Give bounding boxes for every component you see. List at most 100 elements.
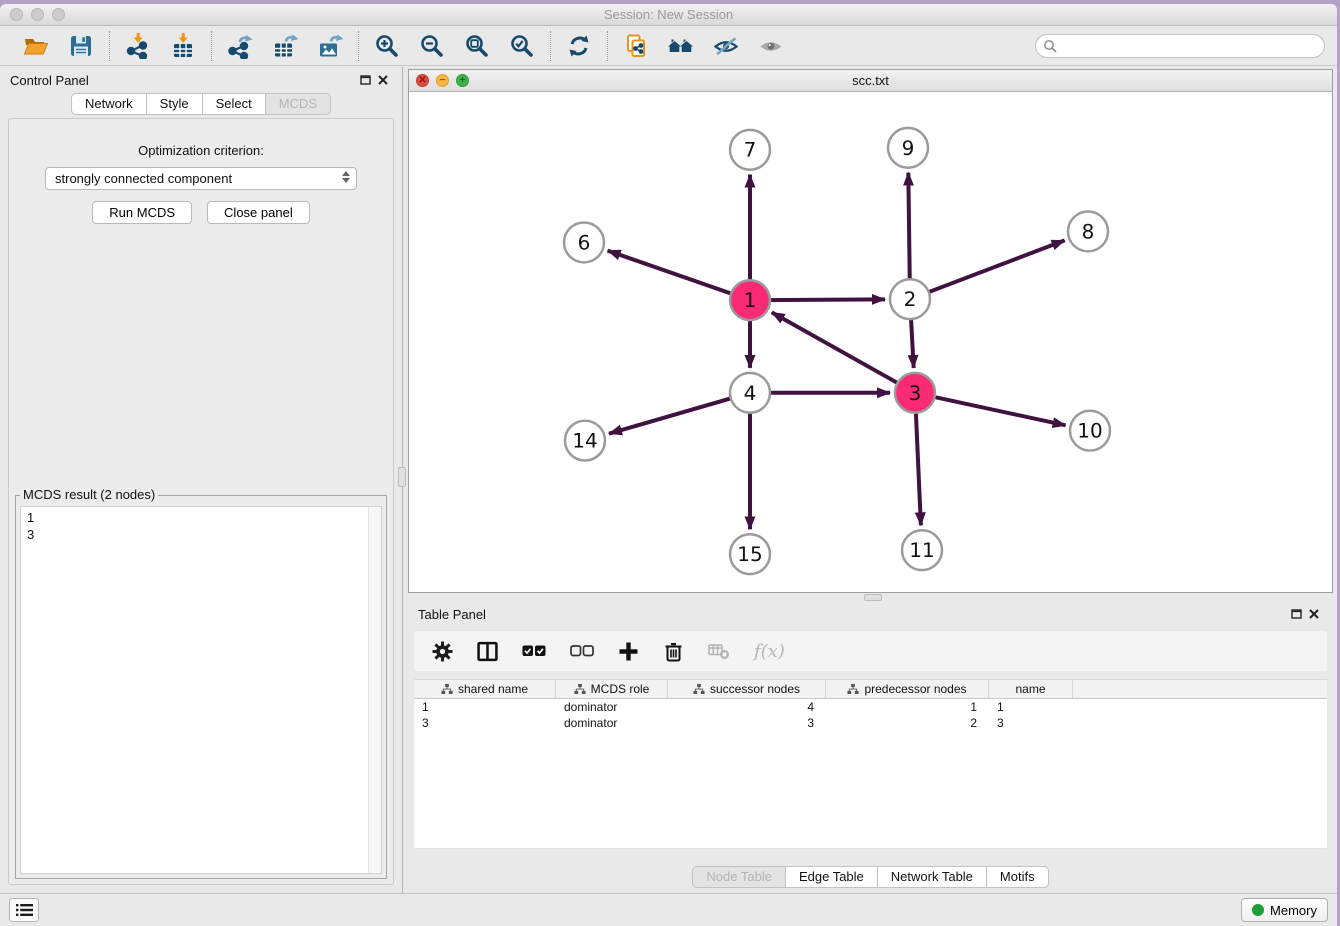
import-network-button[interactable] <box>124 32 152 60</box>
tab-edge-table[interactable]: Edge Table <box>785 866 878 888</box>
float-table-panel-button[interactable] <box>1287 606 1305 622</box>
graph-node-3[interactable]: 3 <box>895 373 935 413</box>
save-session-button[interactable] <box>67 32 95 60</box>
network-graph: 7 9 6 8 1 2 4 3 14 10 15 11 <box>409 93 1332 592</box>
close-mcds-panel-button[interactable]: Close panel <box>207 201 310 224</box>
table-panel: Table Panel f(x) shared nameMCDS rolesuc… <box>408 601 1333 893</box>
graph-node-15[interactable]: 15 <box>730 534 770 574</box>
zoom-in-button[interactable] <box>373 32 401 60</box>
splitter-grip-icon[interactable] <box>864 594 882 601</box>
network-window-title: scc.txt <box>409 70 1332 91</box>
graph-edge-1-6[interactable] <box>608 251 750 301</box>
column-header-name[interactable]: name <box>989 680 1073 698</box>
open-session-button[interactable] <box>22 32 50 60</box>
import-table-button[interactable] <box>169 32 197 60</box>
tab-network[interactable]: Network <box>71 93 147 115</box>
mcds-result-title: MCDS result (2 nodes) <box>20 487 158 502</box>
graph-node-6[interactable]: 6 <box>564 222 604 262</box>
task-history-button[interactable] <box>9 898 39 922</box>
tab-network-table[interactable]: Network Table <box>877 866 987 888</box>
shared-column-icon <box>693 683 705 695</box>
open-folder-icon <box>23 33 49 59</box>
network-pages-icon <box>623 33 649 59</box>
tab-motifs[interactable]: Motifs <box>986 866 1049 888</box>
window-zoom-button[interactable] <box>52 8 65 21</box>
import-network-icon <box>125 33 151 59</box>
graph-edge-2-8[interactable] <box>910 240 1065 299</box>
select-all-button[interactable] <box>522 639 546 663</box>
optimization-criterion-select[interactable]: strongly connected component <box>45 167 357 190</box>
close-panel-button[interactable] <box>374 72 392 88</box>
graph-node-10[interactable]: 10 <box>1070 411 1110 451</box>
tab-mcds[interactable]: MCDS <box>265 93 331 115</box>
tab-select[interactable]: Select <box>202 93 266 115</box>
graph-node-1[interactable]: 1 <box>730 280 770 320</box>
table-cell: 4 <box>668 700 826 714</box>
gear-icon <box>432 641 453 662</box>
export-table-button[interactable] <box>271 32 299 60</box>
function-builder-button[interactable]: f(x) <box>754 639 785 663</box>
search-input[interactable] <box>1061 38 1317 53</box>
export-image-button[interactable] <box>316 32 344 60</box>
svg-text:11: 11 <box>909 538 934 562</box>
float-panel-button[interactable] <box>356 72 374 88</box>
window-title: Session: New Session <box>0 4 1337 25</box>
graph-node-4[interactable]: 4 <box>730 373 770 413</box>
result-scrollbar[interactable] <box>368 507 381 873</box>
plus-icon <box>618 641 639 662</box>
column-header-MCDS-role[interactable]: MCDS role <box>556 680 668 698</box>
window-minimize-button[interactable] <box>31 8 44 21</box>
shared-column-icon <box>574 683 586 695</box>
svg-text:9: 9 <box>902 136 915 160</box>
graph-node-8[interactable]: 8 <box>1068 212 1108 252</box>
eye-icon <box>758 33 784 59</box>
control-panel-title: Control Panel <box>10 73 356 88</box>
graph-edge-3-1[interactable] <box>772 312 915 392</box>
memory-status-button[interactable]: Memory <box>1241 898 1328 922</box>
column-header-successor-nodes[interactable]: successor nodes <box>668 680 826 698</box>
mcds-result-list[interactable]: 1 3 <box>20 506 382 874</box>
zoom-selected-button[interactable] <box>508 32 536 60</box>
mcds-result-groupbox: MCDS result (2 nodes) 1 3 <box>15 495 387 879</box>
network-maximize-button[interactable]: + <box>456 74 469 87</box>
window-titlebar: Session: New Session <box>0 4 1337 26</box>
graph-node-9[interactable]: 9 <box>888 128 928 168</box>
network-canvas[interactable]: 7 9 6 8 1 2 4 3 14 10 15 11 <box>409 93 1332 592</box>
graph-node-7[interactable]: 7 <box>730 130 770 170</box>
svg-text:14: 14 <box>572 429 597 453</box>
export-network-button[interactable] <box>226 32 254 60</box>
main-toolbar <box>0 26 1337 66</box>
delete-table-button[interactable] <box>708 639 730 663</box>
graph-node-2[interactable]: 2 <box>890 279 930 319</box>
run-mcds-button[interactable]: Run MCDS <box>92 201 192 224</box>
graph-edge-4-14[interactable] <box>609 393 750 434</box>
add-column-button[interactable] <box>618 639 639 663</box>
deselect-all-button[interactable] <box>570 639 594 663</box>
zoom-fit-button[interactable] <box>463 32 491 60</box>
graph-node-14[interactable]: 14 <box>565 421 605 461</box>
split-columns-button[interactable] <box>477 639 498 663</box>
network-close-button[interactable]: ✕ <box>416 74 429 87</box>
column-header-predecessor-nodes[interactable]: predecessor nodes <box>826 680 989 698</box>
graph-edge-3-10[interactable] <box>915 393 1066 426</box>
show-details-button[interactable] <box>757 32 785 60</box>
network-overview-button[interactable] <box>622 32 650 60</box>
table-row[interactable]: 3dominator323 <box>414 715 1327 731</box>
window-close-button[interactable] <box>10 8 23 21</box>
home-views-button[interactable] <box>667 32 695 60</box>
table-settings-button[interactable] <box>432 639 453 663</box>
tab-style[interactable]: Style <box>146 93 203 115</box>
column-header-shared-name[interactable]: shared name <box>414 680 556 698</box>
hide-details-button[interactable] <box>712 32 740 60</box>
refresh-layout-button[interactable] <box>565 32 593 60</box>
table-row[interactable]: 1dominator411 <box>414 699 1327 715</box>
horizontal-splitter[interactable] <box>408 593 1333 601</box>
export-network-icon <box>227 33 253 59</box>
tab-node-table[interactable]: Node Table <box>692 866 786 888</box>
zoom-out-button[interactable] <box>418 32 446 60</box>
delete-column-button[interactable] <box>663 639 684 663</box>
close-table-panel-button[interactable] <box>1305 606 1323 622</box>
network-minimize-button[interactable]: − <box>436 74 449 87</box>
graph-node-11[interactable]: 11 <box>902 530 942 570</box>
splitter-grip-icon[interactable] <box>398 467 406 487</box>
